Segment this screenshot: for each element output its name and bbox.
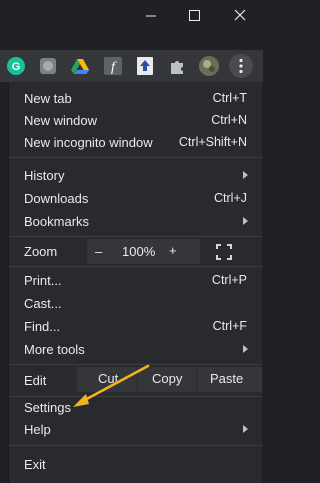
annotation-arrow bbox=[73, 364, 150, 407]
arrow-shaft bbox=[81, 364, 150, 403]
arrow-head bbox=[73, 394, 89, 407]
